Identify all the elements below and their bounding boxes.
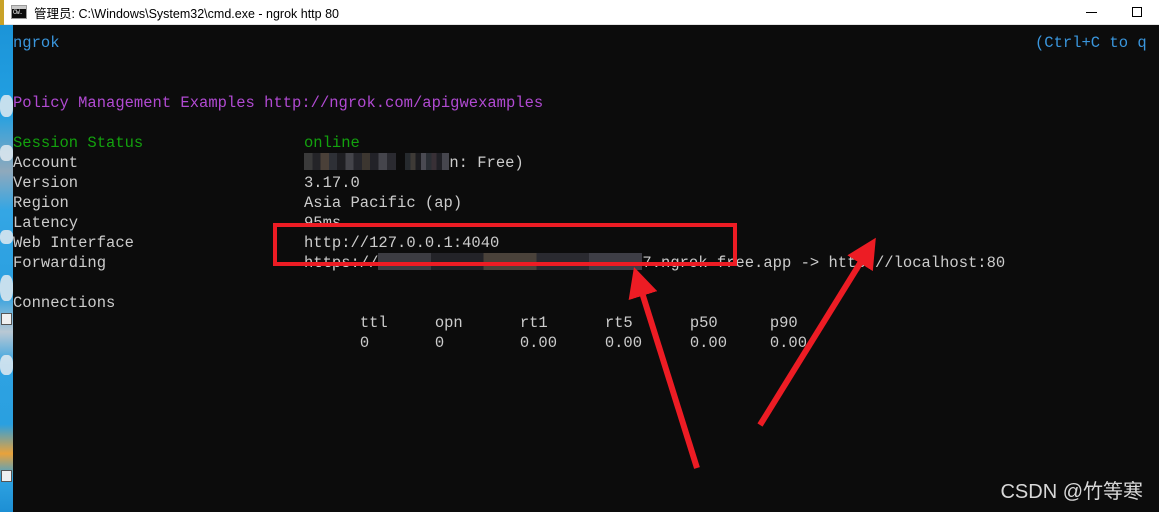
- maximize-button[interactable]: [1114, 0, 1159, 25]
- connections-value-rt1: 0.00: [519, 334, 558, 352]
- minimize-icon: [1086, 11, 1097, 13]
- row-value-region: Asia Pacific (ap): [304, 194, 463, 212]
- desktop-icon[interactable]: [1, 313, 12, 325]
- row-value-account-text: n: Free): [449, 154, 524, 172]
- redacted-forwarding-host: [378, 253, 643, 270]
- row-label-connections: Connections: [13, 294, 116, 312]
- connections-value-p90: 0.00: [769, 334, 808, 352]
- console-output[interactable]: ngrok (Ctrl+C to q Policy Management Exa…: [13, 25, 1159, 512]
- row-label-version: Version: [13, 174, 79, 192]
- row-value-forwarding[interactable]: https:// 7.ngrok-free.app -> http://local…: [304, 253, 1005, 273]
- window-controls: [1069, 0, 1159, 25]
- desktop-background-strip: [0, 25, 13, 512]
- window-title-bar[interactable]: CW. 管理员: C:\Windows\System32\cmd.exe - n…: [0, 0, 1159, 25]
- cmd-console-icon: CW.: [11, 5, 27, 19]
- row-label-latency: Latency: [13, 214, 79, 232]
- policy-banner-line: Policy Management Examples http://ngrok.…: [13, 94, 544, 112]
- forwarding-scheme: https://: [304, 254, 379, 272]
- redacted-account-plan: [405, 153, 450, 170]
- csdn-watermark: CSDN @竹等寒: [1000, 481, 1143, 503]
- minimize-button[interactable]: [1069, 0, 1114, 25]
- cmd-console-icon-glyph: CW.: [13, 9, 23, 16]
- taskbar-icon[interactable]: [1, 470, 12, 482]
- row-value-version: 3.17.0: [304, 174, 360, 192]
- connections-value-rt5: 0.00: [604, 334, 643, 352]
- forwarding-arrow: ->: [800, 254, 820, 272]
- connections-value-p50: 0.00: [689, 334, 728, 352]
- ctrl-c-hint: (Ctrl+C to q: [1035, 34, 1147, 52]
- row-value-latency: 95ms: [304, 214, 342, 232]
- maximize-icon: [1131, 7, 1142, 17]
- row-label-web-interface: Web Interface: [13, 234, 134, 252]
- row-label-forwarding: Forwarding: [13, 254, 107, 272]
- connections-value-ttl: 0: [359, 334, 370, 352]
- connections-value-opn: 0: [434, 334, 445, 352]
- row-value-session-status: online: [304, 134, 360, 152]
- row-value-account: n: Free): [304, 153, 524, 173]
- forwarding-host-suffix: 7.ngrok-free.app: [642, 254, 792, 272]
- connections-value-row: 0 0 0.00 0.00 0.00 0.00: [304, 313, 850, 373]
- window-title-text: 管理员: C:\Windows\System32\cmd.exe - ngrok…: [34, 6, 339, 21]
- redacted-account-name: [304, 153, 396, 170]
- ngrok-brand-line: ngrok: [13, 34, 60, 52]
- row-label-account: Account: [13, 154, 79, 172]
- window-accent-edge: [0, 0, 4, 25]
- row-label-region: Region: [13, 194, 69, 212]
- screenshot-root: CW. 管理员: C:\Windows\System32\cmd.exe - n…: [0, 0, 1159, 512]
- forwarding-target: http://localhost:80: [828, 254, 1006, 272]
- row-value-web-interface[interactable]: http://127.0.0.1:4040: [304, 233, 499, 253]
- row-label-session-status: Session Status: [13, 134, 144, 152]
